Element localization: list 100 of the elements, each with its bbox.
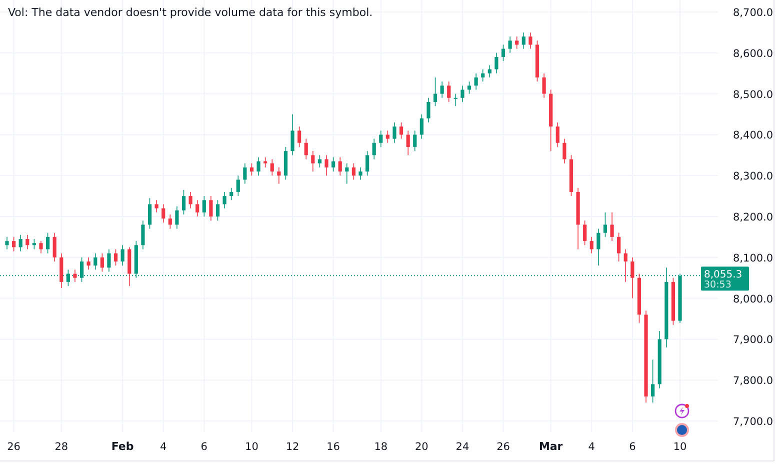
candle bbox=[447, 81, 451, 102]
candle bbox=[583, 220, 587, 246]
candle bbox=[481, 68, 485, 82]
price-label: 8,000.0 bbox=[733, 293, 774, 306]
candle bbox=[637, 273, 641, 324]
time-label: 6 bbox=[629, 441, 636, 453]
candle bbox=[128, 246, 132, 286]
candle bbox=[399, 122, 404, 140]
time-label: Mar bbox=[538, 440, 563, 453]
time-label: 26 bbox=[7, 441, 20, 453]
candle bbox=[338, 156, 342, 176]
candle bbox=[678, 273, 682, 324]
candle bbox=[46, 232, 50, 254]
candle bbox=[542, 72, 546, 98]
candle bbox=[73, 269, 77, 282]
candle bbox=[372, 138, 376, 160]
time-label: 12 bbox=[286, 441, 300, 453]
price-label: 8,100.0 bbox=[733, 252, 774, 264]
time-label: 4 bbox=[588, 441, 595, 453]
candle bbox=[284, 146, 288, 180]
candle bbox=[426, 98, 430, 123]
candle bbox=[556, 122, 560, 148]
candle bbox=[32, 238, 36, 250]
price-label: 8,300.0 bbox=[733, 170, 774, 183]
flag-icon[interactable] bbox=[675, 423, 689, 437]
candle bbox=[182, 190, 186, 215]
candle bbox=[66, 269, 70, 286]
candle bbox=[413, 130, 417, 152]
price-label: 8,400.0 bbox=[733, 130, 774, 142]
candle bbox=[230, 187, 234, 201]
candle bbox=[576, 187, 580, 250]
candle bbox=[671, 277, 675, 326]
candle bbox=[304, 138, 308, 160]
candle bbox=[318, 154, 322, 168]
lightning-icon[interactable] bbox=[674, 404, 690, 418]
candle bbox=[175, 206, 179, 230]
time-label: 6 bbox=[200, 441, 208, 453]
candle bbox=[630, 257, 634, 299]
candle bbox=[603, 212, 608, 238]
price-label: 7,800.0 bbox=[733, 375, 774, 388]
candle bbox=[107, 248, 111, 272]
candle bbox=[264, 156, 268, 168]
countdown-timer: 30:53 bbox=[704, 280, 732, 291]
candle bbox=[420, 114, 424, 140]
candle bbox=[148, 198, 152, 230]
candle bbox=[366, 150, 370, 176]
candle bbox=[216, 200, 220, 221]
candle bbox=[243, 162, 247, 184]
candle bbox=[202, 196, 206, 217]
candle bbox=[222, 192, 226, 209]
candle bbox=[86, 257, 90, 270]
candle bbox=[209, 196, 213, 221]
candle bbox=[562, 138, 566, 164]
candle bbox=[528, 32, 532, 50]
candle bbox=[188, 192, 192, 209]
candle bbox=[100, 252, 104, 272]
time-label: 24 bbox=[456, 441, 470, 453]
price-label: 8,700.0 bbox=[733, 7, 774, 19]
last-price-tag bbox=[701, 266, 749, 291]
candle bbox=[162, 204, 166, 224]
candle bbox=[311, 150, 315, 172]
candle bbox=[508, 36, 512, 54]
candle bbox=[60, 252, 64, 288]
price-label: 7,700.0 bbox=[733, 416, 774, 428]
candle bbox=[94, 252, 98, 270]
candle bbox=[549, 89, 553, 152]
candle bbox=[80, 257, 84, 282]
candle bbox=[494, 52, 498, 74]
candle bbox=[590, 236, 594, 254]
candle bbox=[352, 162, 356, 180]
time-label: 20 bbox=[415, 441, 428, 453]
candle bbox=[236, 175, 240, 196]
candle bbox=[488, 64, 492, 78]
candle bbox=[433, 77, 438, 106]
candle bbox=[610, 212, 614, 242]
candle bbox=[345, 162, 349, 184]
candle bbox=[467, 81, 472, 94]
candle bbox=[474, 72, 478, 90]
volume-note: Vol: The data vendor doesn't provide volume data for this symbol. bbox=[8, 6, 373, 19]
candle bbox=[386, 130, 390, 144]
candle bbox=[324, 154, 328, 176]
candle bbox=[515, 36, 519, 50]
candle bbox=[454, 93, 458, 106]
candle bbox=[18, 234, 22, 252]
candle bbox=[256, 156, 260, 176]
candle bbox=[406, 130, 410, 156]
candle bbox=[290, 114, 294, 156]
candle bbox=[12, 236, 16, 252]
time-label: 4 bbox=[160, 441, 167, 453]
time-label: 28 bbox=[54, 441, 68, 453]
candle bbox=[460, 85, 464, 102]
candle bbox=[196, 200, 200, 217]
candle bbox=[535, 40, 540, 82]
candle bbox=[39, 240, 43, 254]
price-label: 8,600.0 bbox=[733, 48, 774, 60]
candle bbox=[624, 248, 628, 282]
time-label: 10 bbox=[245, 441, 258, 453]
price-label: 7,900.0 bbox=[733, 334, 774, 346]
candle bbox=[440, 81, 444, 98]
candle bbox=[298, 126, 302, 148]
